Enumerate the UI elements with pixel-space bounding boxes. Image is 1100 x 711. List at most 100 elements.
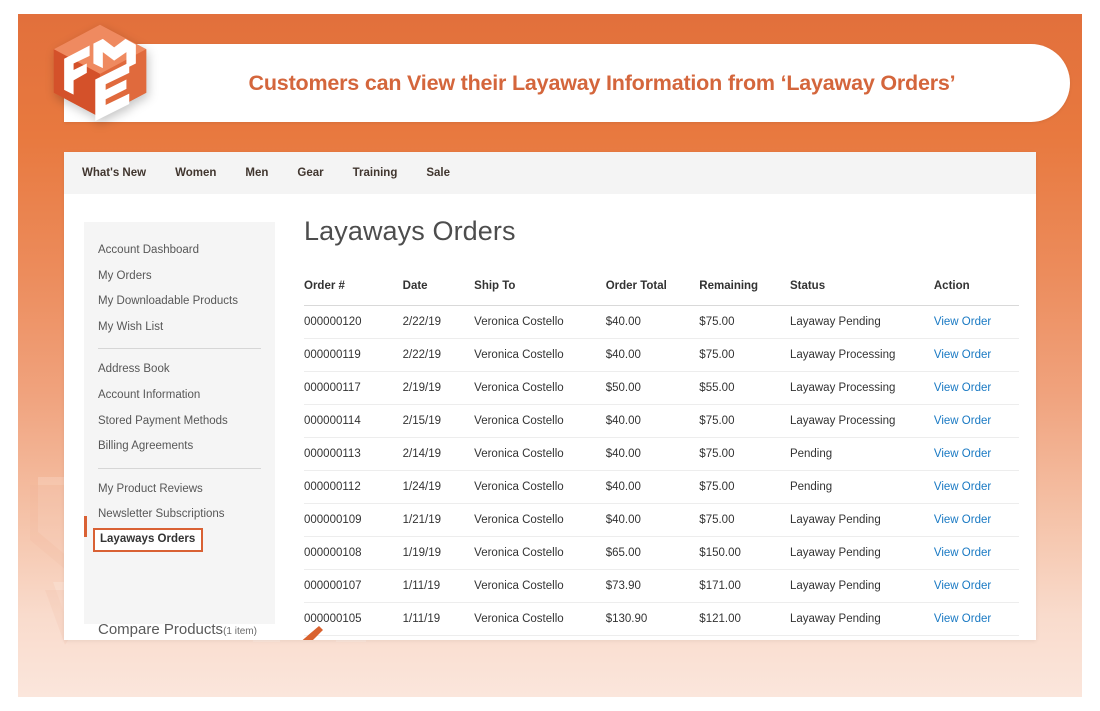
sidebar-item-account-dashboard[interactable]: Account Dashboard [98,238,275,264]
view-order-link[interactable]: View Order [934,349,991,361]
cell-status: Layaway Pending [789,503,934,537]
cell-remaining: $75.00 [699,338,790,372]
cell-date: 1/11/19 [402,602,475,636]
cell-status: Layaway Processing [789,404,934,438]
table-row: 000000117 2/19/19 Veronica Costello $50.00 $… [304,371,1019,405]
view-order-link[interactable]: View Order [934,415,991,427]
column-header-action: Action [933,280,1019,306]
cell-date: 1/19/19 [402,536,475,570]
cell-action: View Order [933,470,1019,504]
cell-ship-to: Veronica Costello [474,470,606,504]
sidebar-item-layaways-orders[interactable]: Layaways Orders [93,527,204,552]
table-header: Order # Date Ship To Order Total Remaini… [304,280,1019,306]
sidebar-item-my-wish-list[interactable]: My Wish List [98,315,275,341]
account-main-content: Layaways Orders Order # Date Ship To Ord… [275,216,1036,640]
sidebar-item-stored-payment-methods[interactable]: Stored Payment Methods [98,409,275,435]
sidebar-divider-2 [98,467,261,469]
table-row: 000000105 1/11/19 Veronica Costello $130.90… [304,602,1019,636]
fme-logo-icon [53,24,147,121]
sidebar-group-settings: Address Book Account Information Stored … [84,357,275,459]
cell-order-number: 000000112 [304,470,403,504]
cell-status: Layaway Pending [789,536,934,570]
cell-order-number: 000000114 [304,404,403,438]
view-order-link[interactable]: View Order [934,580,991,592]
cell-ship-to: Veronica Costello [474,569,606,603]
cell-order-total: $40.00 [605,437,700,471]
sidebar-item-billing-agreements[interactable]: Billing Agreements [98,434,275,460]
orange-background: Customers can View their Layaway Informa… [18,14,1082,697]
account-page-body: Account Dashboard My Orders My Downloada… [64,194,1036,640]
cell-order-total: $50.00 [605,371,700,405]
table-body: 000000120 2/22/19 Veronica Costello $40.00 $… [304,305,1019,636]
active-item-marker [84,516,87,537]
table-row: 000000120 2/22/19 Veronica Costello $40.00 $… [304,305,1019,339]
cell-order-number: 000000107 [304,569,403,603]
cell-action: View Order [933,602,1019,636]
view-order-link[interactable]: View Order [934,613,991,625]
view-order-link[interactable]: View Order [934,481,991,493]
sidebar-item-my-orders[interactable]: My Orders [98,264,275,290]
cell-ship-to: Veronica Costello [474,338,606,372]
cell-remaining: $75.00 [699,437,790,471]
cell-action: View Order [933,437,1019,471]
view-order-link[interactable]: View Order [934,382,991,394]
sidebar-item-my-product-reviews[interactable]: My Product Reviews [98,477,275,503]
sidebar-item-account-information[interactable]: Account Information [98,383,275,409]
cell-action: View Order [933,503,1019,537]
view-order-link[interactable]: View Order [934,316,991,328]
table-row: 000000112 1/24/19 Veronica Costello $40.00 $… [304,470,1019,504]
cell-order-total: $40.00 [605,470,700,504]
cell-remaining: $75.00 [699,503,790,537]
cell-ship-to: Veronica Costello [474,503,606,537]
sidebar-group-account: Account Dashboard My Orders My Downloada… [84,238,275,340]
cell-order-total: $65.00 [605,536,700,570]
banner-title: Customers can View their Layaway Informa… [248,70,956,95]
cell-action: View Order [933,305,1019,339]
compare-products-block[interactable]: Compare Products(1 item) [98,621,257,638]
nav-item-men[interactable]: Men [245,167,268,179]
cell-order-total: $40.00 [605,338,700,372]
view-order-link[interactable]: View Order [934,514,991,526]
table-row: 000000109 1/21/19 Veronica Costello $40.00 $… [304,503,1019,537]
cell-remaining: $121.00 [699,602,790,636]
table-row: 000000113 2/14/19 Veronica Costello $40.00 $… [304,437,1019,471]
cell-date: 2/22/19 [402,338,475,372]
cell-ship-to: Veronica Costello [474,536,606,570]
sidebar-group-other: My Product Reviews Newsletter Subscripti… [84,477,275,552]
cell-action: View Order [933,569,1019,603]
nav-item-women[interactable]: Women [175,167,216,179]
nav-item-training[interactable]: Training [353,167,398,179]
column-header-status: Status [789,280,934,306]
sidebar-divider-1 [98,348,261,350]
cell-order-total: $73.90 [605,569,700,603]
cell-date: 2/14/19 [402,437,475,471]
sidebar-item-my-downloadable-products[interactable]: My Downloadable Products [98,289,275,315]
screenshot-root: Customers can View their Layaway Informa… [0,0,1100,711]
cell-order-number: 000000113 [304,437,403,471]
cell-order-number: 000000119 [304,338,403,372]
column-header-date: Date [402,280,475,306]
cell-remaining: $75.00 [699,305,790,339]
table-header-row: Order # Date Ship To Order Total Remaini… [304,280,1019,306]
sidebar-item-address-book[interactable]: Address Book [98,357,275,383]
cell-order-total: $40.00 [605,305,700,339]
column-header-order-total: Order Total [605,280,700,306]
cell-status: Layaway Processing [789,338,934,372]
cell-date: 1/21/19 [402,503,475,537]
view-order-link[interactable]: View Order [934,547,991,559]
column-header-order-number: Order # [304,280,403,306]
cell-status: Layaway Pending [789,305,934,339]
cell-remaining: $75.00 [699,404,790,438]
column-header-remaining: Remaining [699,280,790,306]
cell-action: View Order [933,536,1019,570]
cell-ship-to: Veronica Costello [474,371,606,405]
cell-action: View Order [933,404,1019,438]
cell-date: 1/11/19 [402,569,475,603]
nav-item-sale[interactable]: Sale [426,167,450,179]
nav-item-whats-new[interactable]: What's New [82,167,146,179]
cell-remaining: $75.00 [699,470,790,504]
cell-remaining: $150.00 [699,536,790,570]
sidebar-item-newsletter-subscriptions[interactable]: Newsletter Subscriptions [98,502,275,528]
view-order-link[interactable]: View Order [934,448,991,460]
nav-item-gear[interactable]: Gear [297,167,323,179]
